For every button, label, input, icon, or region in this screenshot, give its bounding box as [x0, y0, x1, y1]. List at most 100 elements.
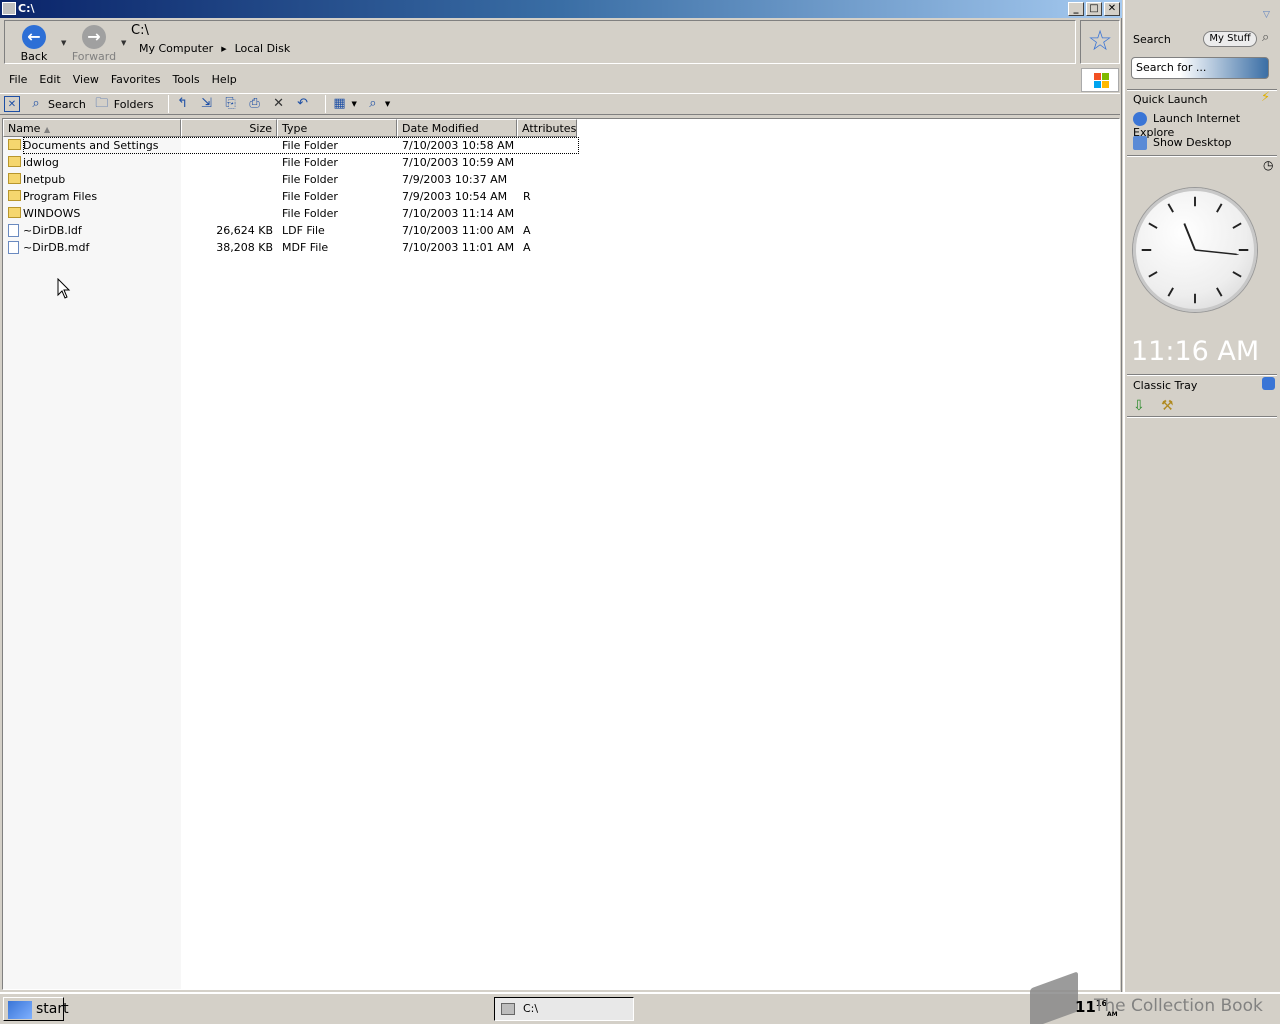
lightning-icon[interactable]: ⚡: [1261, 90, 1270, 105]
sidebar-divider: [1127, 416, 1277, 418]
back-button[interactable]: ← Back: [9, 23, 59, 63]
my-stuff-button[interactable]: My Stuff: [1203, 31, 1257, 47]
clock-tick: [1167, 287, 1174, 297]
folder-icon: [8, 173, 21, 184]
clock-settings-icon[interactable]: ◷: [1263, 158, 1273, 172]
quick-launch-show-desktop[interactable]: Show Desktop: [1133, 136, 1232, 150]
start-button[interactable]: start: [3, 997, 69, 1021]
table-row[interactable]: idwlog File Folder 7/10/2003 10:59 AM: [3, 154, 603, 171]
delete-icon: ✕: [273, 96, 284, 111]
toolbar: ✕ ⌕ Search 🗀 Folders ↰ ⇲ ⎘ ⎙ ✕ ↶ ▦ ▼ ⌕ ▼: [0, 93, 1120, 115]
menu-help[interactable]: Help: [206, 70, 243, 90]
header-date-modified[interactable]: Date Modified: [397, 119, 517, 137]
views-dropdown-icon: ▼: [351, 100, 357, 108]
forward-dropdown-icon[interactable]: ▼: [121, 39, 126, 47]
forward-arrow-icon: →: [82, 25, 106, 49]
up-folder-button[interactable]: ↰: [175, 96, 191, 112]
find-button[interactable]: ⌕ ▼: [365, 96, 390, 112]
sort-ascending-icon: ▲: [43, 125, 51, 134]
header-size[interactable]: Size: [181, 119, 277, 137]
navigation-bar: ← Back ▼ → Forward ▼ C:\ My Computer ▶ L…: [4, 20, 1076, 64]
folder-icon: [8, 207, 21, 218]
table-row[interactable]: Inetpub File Folder 7/9/2003 10:37 AM: [3, 171, 603, 188]
paste-icon: ⎙: [249, 96, 260, 111]
file-name: WINDOWS: [23, 207, 81, 220]
delete-button[interactable]: ✕: [271, 96, 287, 112]
forward-button[interactable]: → Forward: [69, 23, 119, 63]
file-icon: [8, 224, 19, 237]
table-row[interactable]: ~DirDB.mdf 38,208 KB MDF File 7/10/2003 11:…: [3, 239, 603, 256]
maximize-button[interactable]: □: [1086, 2, 1102, 16]
taskbar-button-label: C:\: [523, 1002, 539, 1015]
table-row[interactable]: Documents and Settings File Folder 7/10/20…: [3, 137, 603, 154]
quick-launch-ie[interactable]: Launch Internet Explore: [1133, 112, 1280, 139]
windows-logo-icon: [1081, 68, 1119, 92]
sidebar-search-input[interactable]: Search for ...: [1131, 57, 1269, 79]
up-arrow-icon: ↰: [177, 96, 188, 111]
breadcrumb-local-disk[interactable]: Local Disk: [235, 42, 291, 55]
table-row[interactable]: Program Files File Folder 7/9/2003 10:54 A…: [3, 188, 603, 205]
header-name-label: Name: [8, 122, 41, 135]
file-date: 7/9/2003 10:37 AM: [402, 173, 508, 186]
move-to-icon: ⇲: [201, 96, 212, 111]
clock-second-hand: [1194, 249, 1239, 255]
clock-hour-hand: [1183, 223, 1196, 251]
folders-label: Folders: [113, 97, 154, 111]
classic-tray-title: Classic Tray: [1133, 379, 1198, 392]
minimize-button[interactable]: _: [1068, 2, 1084, 16]
paste-button[interactable]: ⎙: [247, 96, 263, 112]
sidebar: ▽ Search My Stuff ⌕ Search for ... Quick…: [1123, 0, 1280, 992]
table-row[interactable]: WINDOWS File Folder 7/10/2003 11:14 AM: [3, 205, 603, 222]
title-bar[interactable]: C:\ _ □ ✕: [0, 0, 1122, 18]
file-type: File Folder: [282, 190, 338, 203]
views-button[interactable]: ▦ ▼: [332, 96, 357, 112]
search-button[interactable]: ⌕ Search: [28, 96, 85, 112]
clock-tick: [1216, 287, 1223, 297]
classic-tray-settings-icon[interactable]: [1262, 377, 1275, 390]
close-pane-button[interactable]: ✕: [4, 96, 20, 112]
file-attributes: A: [523, 241, 531, 254]
forward-label: Forward: [71, 50, 117, 63]
move-to-button[interactable]: ⇲: [199, 96, 215, 112]
header-type[interactable]: Type: [277, 119, 397, 137]
header-name[interactable]: Name ▲: [3, 119, 181, 137]
back-dropdown-icon[interactable]: ▼: [61, 39, 66, 47]
close-button[interactable]: ✕: [1104, 2, 1120, 16]
breadcrumb-my-computer[interactable]: My Computer: [139, 42, 213, 55]
header-attributes[interactable]: Attributes: [517, 119, 577, 137]
tray-hour: 11: [1075, 998, 1096, 1016]
clock-tick: [1232, 271, 1242, 278]
watermark-text: The Collection Book: [1094, 996, 1263, 1016]
security-tray-icon[interactable]: ⚒: [1161, 398, 1174, 414]
undo-button[interactable]: ↶: [295, 96, 311, 112]
file-list[interactable]: Name ▲ Size Type Date Modified Attribute…: [2, 118, 1120, 990]
file-date: 7/10/2003 10:59 AM: [402, 156, 515, 169]
folders-button[interactable]: 🗀 Folders: [94, 96, 154, 112]
menu-view[interactable]: View: [67, 70, 105, 90]
sidebar-collapse-icon[interactable]: ▽: [1263, 10, 1270, 20]
search-magnifier-icon[interactable]: ⌕: [1262, 30, 1269, 45]
back-label: Back: [20, 50, 48, 63]
file-name: ~DirDB.mdf: [23, 241, 90, 254]
copy-to-button[interactable]: ⎘: [223, 96, 239, 112]
file-date: 7/9/2003 10:54 AM: [402, 190, 508, 203]
file-icon: [8, 241, 19, 254]
table-row[interactable]: ~DirDB.ldf 26,624 KB LDF File 7/10/2003 11:…: [3, 222, 603, 239]
folder-icon: [8, 139, 21, 150]
menu-edit[interactable]: Edit: [33, 70, 66, 90]
digital-time: 11:16 AM: [1131, 336, 1260, 367]
favorites-star-icon[interactable]: ☆: [1080, 20, 1120, 64]
file-date: 7/10/2003 11:00 AM: [402, 224, 515, 237]
folder-icon: [8, 190, 21, 201]
menu-favorites[interactable]: Favorites: [105, 70, 167, 90]
file-size: 38,208 KB: [216, 241, 273, 254]
menu-file[interactable]: File: [3, 70, 33, 90]
mouse-cursor-icon: [57, 278, 71, 299]
clock-tick: [1167, 203, 1174, 213]
taskbar-button-c-drive[interactable]: C:\: [494, 997, 634, 1021]
menu-tools[interactable]: Tools: [167, 70, 206, 90]
toolbar-separator: [167, 95, 169, 113]
drive-icon: [501, 1003, 515, 1015]
file-name: idwlog: [23, 156, 59, 169]
network-tray-icon[interactable]: ⇩: [1133, 398, 1145, 414]
